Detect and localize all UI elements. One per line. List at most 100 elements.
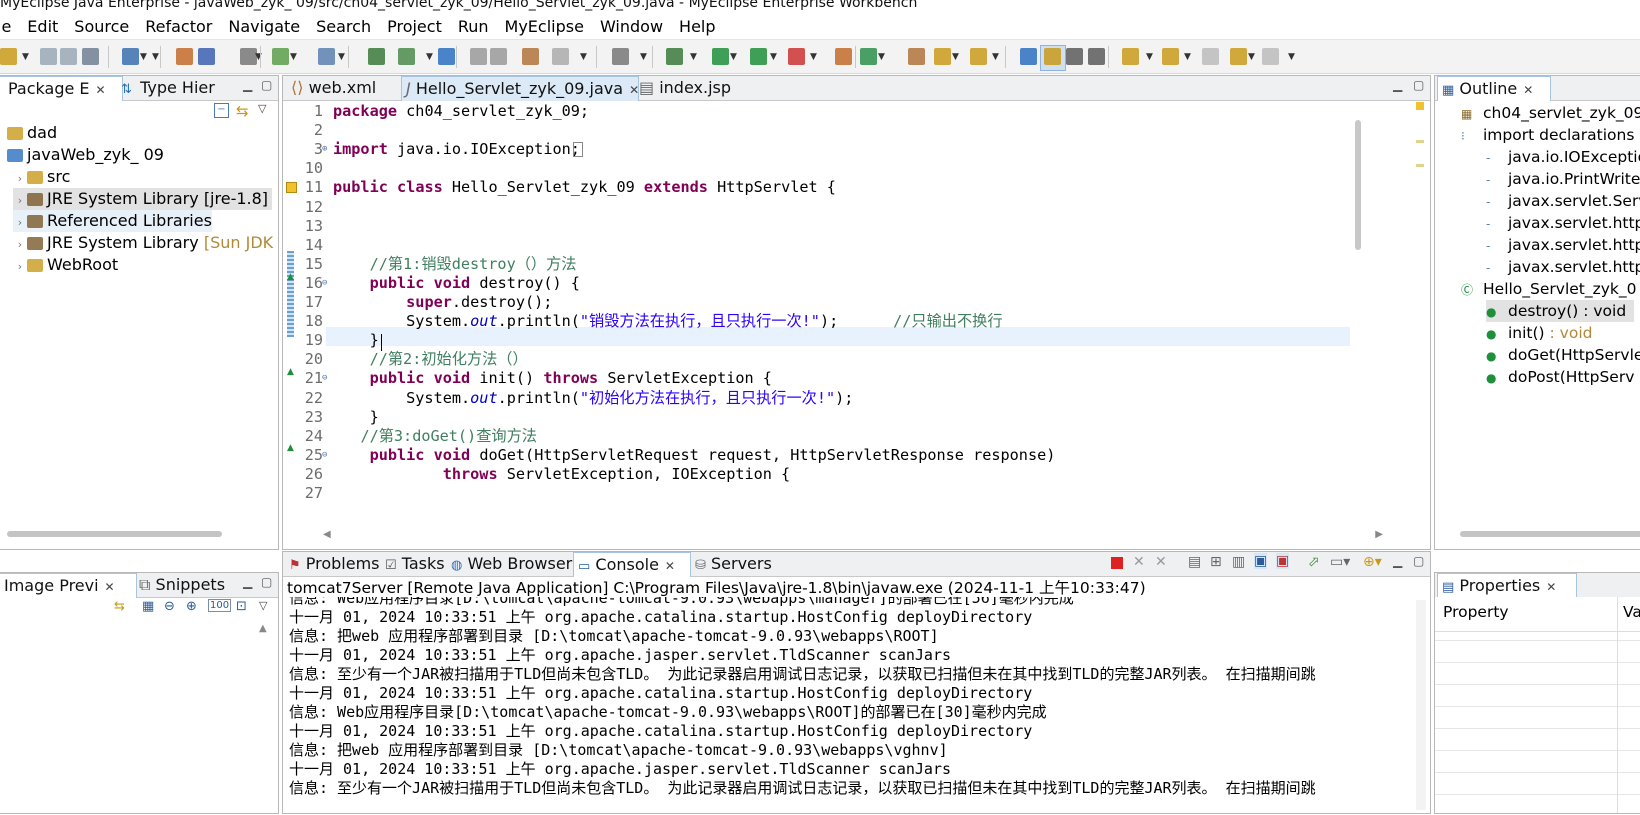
dropdown-arrow-icon[interactable]: ▼	[952, 52, 959, 62]
code-line[interactable]: 19 }	[291, 331, 1351, 350]
fold-icon[interactable]: ⊖	[322, 446, 327, 465]
dropdown-arrow-icon[interactable]: ▼	[1146, 52, 1153, 62]
horizontal-scrollbar[interactable]	[7, 531, 222, 537]
open-type-icon[interactable]	[522, 48, 539, 65]
outline-item[interactable]: - java.io.PrintWrite	[1486, 168, 1640, 190]
scroll-right-icon[interactable]: ▶	[1375, 529, 1383, 540]
block-select-icon[interactable]	[1066, 48, 1083, 65]
column-divider[interactable]	[1617, 597, 1618, 631]
code-line[interactable]: 11 public class Hello_Servlet_zyk_09 exte…	[291, 178, 1351, 197]
outline-item[interactable]: - javax.servlet.http	[1486, 234, 1640, 256]
last-edit-icon[interactable]	[1202, 48, 1219, 65]
fold-icon[interactable]: ⊕	[322, 140, 327, 159]
collapse-all-icon[interactable]: −	[214, 103, 229, 118]
close-icon[interactable]: ✕	[665, 559, 675, 573]
tab-servers[interactable]: ⛁ Servers	[691, 552, 776, 576]
menu-item[interactable]: Source	[66, 14, 137, 40]
maximize-icon[interactable]: ▢	[1413, 554, 1424, 568]
tool-icon[interactable]	[552, 48, 569, 65]
deploy-icon[interactable]	[368, 48, 385, 65]
remove-launch-icon[interactable]: ✕	[1133, 554, 1145, 570]
code-line[interactable]: 3 ⊕ import java.io.IOException;	[291, 140, 1351, 159]
actual-size-icon[interactable]: 100	[208, 599, 232, 612]
dropdown-arrow-icon[interactable]: ▼	[1288, 52, 1295, 62]
tab-snippets[interactable]: ⧉ Snippets	[135, 573, 253, 597]
forward-icon[interactable]	[490, 48, 507, 65]
code-line[interactable]: 25 ⊖ public void doGet(HttpServletRequest…	[291, 446, 1351, 465]
refresh-icon[interactable]	[860, 48, 877, 65]
tree-item[interactable]: › WebRoot	[13, 254, 118, 276]
tab-index-jsp[interactable]: ▤ index.jsp	[635, 76, 755, 100]
menu-item[interactable]: Run	[450, 14, 497, 40]
minimize-icon[interactable]: ▁	[243, 78, 252, 92]
dropdown-arrow-icon[interactable]: ▼	[730, 52, 737, 62]
console-output[interactable]: 信息: Web应用程序目录[D:\tomcat\apache-tomcat-9.…	[283, 597, 1411, 815]
menu-item[interactable]: Search	[308, 14, 379, 40]
outline-item[interactable]: Ⓒ Hello_Servlet_zyk_0	[1461, 278, 1637, 300]
debug-icon[interactable]	[666, 48, 683, 65]
next-annotation-icon[interactable]	[1122, 48, 1139, 65]
dropdown-arrow-icon[interactable]: ▼	[22, 52, 29, 62]
server-icon[interactable]	[398, 48, 415, 65]
maximize-icon[interactable]: ▢	[261, 575, 272, 589]
vertical-scrollbar[interactable]	[1416, 600, 1426, 810]
external-tool-icon[interactable]	[788, 48, 805, 65]
scroll-up-icon[interactable]: ▲	[259, 623, 267, 634]
code-line[interactable]: 17 super.destroy();	[291, 293, 1351, 312]
fold-icon[interactable]: ⊖	[322, 274, 327, 293]
dropdown-arrow-icon[interactable]: ▼	[690, 52, 697, 62]
tree-item[interactable]: › JRE System Library [jre-1.8]	[13, 188, 273, 210]
vertical-scrollbar[interactable]	[1355, 120, 1361, 250]
forward-nav-icon[interactable]	[1262, 48, 1279, 65]
back-icon[interactable]	[470, 48, 487, 65]
outline-item[interactable]: - javax.servlet.http	[1486, 256, 1640, 278]
back-nav-icon[interactable]	[1230, 48, 1247, 65]
outline-item[interactable]: ● doPost(HttpServ	[1486, 366, 1634, 388]
column-header-value[interactable]: Va	[1623, 603, 1640, 621]
maximize-icon[interactable]: ▢	[1413, 78, 1424, 92]
scroll-lock-icon[interactable]: ⊞	[1210, 554, 1222, 570]
menu-item[interactable]: Window	[592, 14, 671, 40]
db-icon[interactable]	[908, 48, 925, 65]
minimize-icon[interactable]: ▁	[1393, 554, 1402, 568]
show-on-error-icon[interactable]: ▣	[1276, 553, 1290, 569]
save-all-icon[interactable]	[60, 48, 77, 65]
code-line[interactable]: 18 System.out.println("销毁方法在执行，且只执行一次!")…	[291, 312, 1351, 331]
zoom-out-icon[interactable]: ⊖	[164, 599, 175, 614]
dropdown-arrow-icon[interactable]: ▼	[878, 52, 885, 62]
code-line[interactable]: 15 //第1:销毁destroy（）方法	[291, 255, 1351, 274]
horizontal-scrollbar[interactable]	[1460, 531, 1640, 537]
save-icon[interactable]	[40, 48, 57, 65]
close-icon[interactable]: ✕	[1523, 83, 1533, 97]
menu-item[interactable]: Refactor	[137, 14, 220, 40]
fold-icon[interactable]: ⊖	[322, 369, 327, 388]
close-icon[interactable]: ✕	[96, 83, 106, 97]
tab-problems[interactable]: ⚑ Problems	[285, 552, 384, 576]
menu-item[interactable]: Project	[379, 14, 450, 40]
dropdown-arrow-icon[interactable]: ▼	[426, 52, 433, 62]
outline-item[interactable]: - java.io.IOExceptio	[1486, 146, 1640, 168]
camera-icon[interactable]	[612, 48, 629, 65]
maximize-icon[interactable]: ▢	[261, 78, 272, 92]
new-icon[interactable]	[0, 48, 17, 65]
package-icon[interactable]	[176, 48, 193, 65]
tab-web-xml[interactable]: ⟨⟩ web.xml	[287, 76, 407, 100]
browse-icon[interactable]	[934, 48, 951, 65]
code-line[interactable]: 10	[291, 159, 1351, 178]
view-menu-icon[interactable]: ▽	[258, 102, 266, 115]
tab-package-explorer[interactable]: Package E ✕	[0, 76, 123, 101]
outline-item[interactable]: ▦ ch04_servlet_zyk_09	[1461, 102, 1640, 124]
code-line[interactable]: 27	[291, 484, 1351, 503]
code-line[interactable]: 21 ⊖ public void init() throws ServletExc…	[291, 369, 1351, 388]
tab-type-hierarchy[interactable]: ⇅ Type Hier	[117, 76, 255, 100]
expand-icon[interactable]: ›	[13, 256, 27, 278]
close-icon[interactable]: ✕	[105, 580, 115, 594]
minimize-icon[interactable]: ▁	[1393, 78, 1402, 92]
dropdown-arrow-icon[interactable]: ▼	[770, 52, 777, 62]
run-icon[interactable]	[712, 48, 729, 65]
outline-item[interactable]: - javax.servlet.Serv	[1486, 190, 1640, 212]
view-menu-icon[interactable]: ▽	[259, 599, 267, 612]
code-line[interactable]: 12	[291, 198, 1351, 217]
dropdown-arrow-icon[interactable]: ▼	[1248, 52, 1255, 62]
link-editor-icon[interactable]: ⇆	[236, 102, 249, 120]
